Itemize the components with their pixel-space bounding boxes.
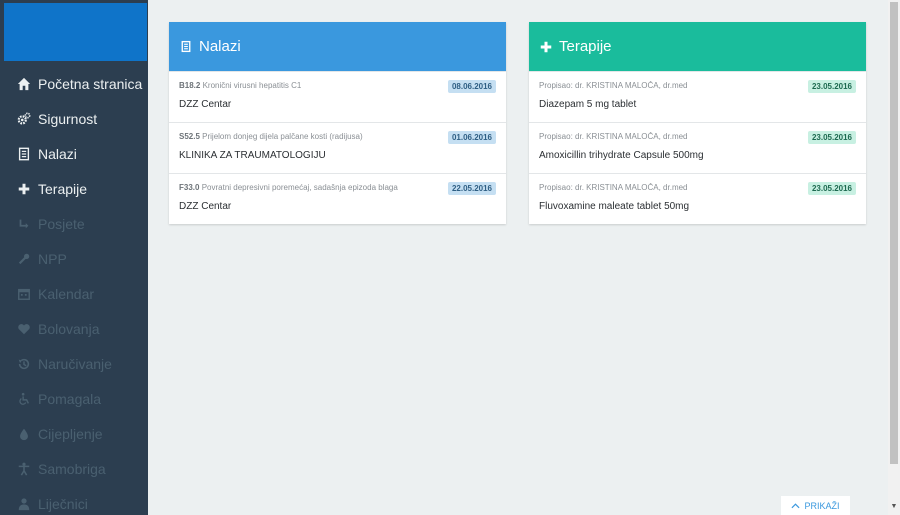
date-badge: 23.05.2016 — [807, 182, 856, 195]
sidebar-item-label: Početna stranica — [38, 75, 143, 92]
nalaz-institution: DZZ Centar — [179, 99, 232, 110]
date-badge: 22.05.2016 — [447, 182, 496, 195]
prikazi-button[interactable]: PRIKAŽI — [781, 496, 850, 515]
scrollbar-thumb[interactable] — [890, 2, 898, 464]
medication-name: Diazepam 5 mg tablet — [539, 99, 637, 110]
diagnosis-code: S52.5 — [179, 132, 200, 141]
panel-title: Terapije — [559, 38, 612, 55]
medication-name: Fluvoxamine maleate tablet 50mg — [539, 201, 690, 212]
sidebar-item-label: Pomagala — [38, 390, 102, 407]
wheelchair-icon — [16, 391, 32, 407]
sidebar-item-sigurnost[interactable]: Sigurnost — [0, 101, 148, 136]
medication-name: Amoxicillin trihydrate Capsule 500mg — [539, 150, 704, 161]
sidebar-item-label: Kalendar — [38, 285, 95, 302]
diagnosis-code: F33.0 — [179, 183, 200, 192]
nalazi-panel-header[interactable]: Nalazi — [169, 22, 506, 71]
nalaz-diagnosis: F33.0 Povratni depresivni poremećaj, sad… — [179, 183, 449, 192]
sidebar-item-kalendar[interactable]: Kalendar — [0, 276, 148, 311]
sidebar-item-label: Samobriga — [38, 460, 106, 477]
reply-arrow-icon — [16, 216, 32, 232]
history-icon — [16, 356, 32, 372]
prescriber: Propisao: dr. KRISTINA MALOČA, dr.med — [539, 183, 688, 192]
prikazi-label: PRIKAŽI — [804, 500, 840, 511]
drop-icon — [16, 426, 32, 442]
sidebar-item-label: Terapije — [38, 180, 88, 197]
nalazi-panel: Nalazi B18.2 Kronični virusni hepatitis … — [169, 22, 506, 224]
prescriber: Propisao: dr. KRISTINA MALOČA, dr.med — [539, 132, 688, 141]
sidebar-item-lijecnici[interactable]: Liječnici — [0, 486, 148, 515]
nalaz-row[interactable]: B18.2 Kronični virusni hepatitis C1 DZZ … — [169, 71, 506, 122]
diagnosis-description: Kronični virusni hepatitis C1 — [202, 81, 302, 90]
date-badge: 08.06.2016 — [447, 80, 496, 93]
calendar-icon — [16, 286, 32, 302]
terapija-row[interactable]: Propisao: dr. KRISTINA MALOČA, dr.med Di… — [529, 71, 866, 122]
sidebar-item-nalazi[interactable]: Nalazi — [0, 136, 148, 171]
wrench-icon — [16, 251, 32, 267]
diagnosis-description: Povratni depresivni poremećaj, sadašnja … — [201, 183, 398, 192]
nalaz-diagnosis: S52.5 Prijelom donjeg dijela palčane kos… — [179, 132, 449, 141]
sidebar-item-label: Posjete — [38, 215, 85, 232]
prescriber: Propisao: dr. KRISTINA MALOČA, dr.med — [539, 81, 688, 90]
sidebar-item-samobriga[interactable]: Samobriga — [0, 451, 148, 486]
chevron-up-icon — [791, 501, 800, 511]
sidebar-item-label: Sigurnost — [38, 110, 98, 127]
person-icon — [16, 461, 32, 477]
sidebar: Početna stranica Sigurnost Nalazi Terapi… — [0, 0, 148, 515]
nalaz-row[interactable]: S52.5 Prijelom donjeg dijela palčane kos… — [169, 122, 506, 173]
brand-logo-area[interactable] — [4, 3, 147, 61]
sidebar-item-terapije[interactable]: Terapije — [0, 171, 148, 206]
sidebar-item-label: Cijepljenje — [38, 425, 103, 442]
nalaz-institution: DZZ Centar — [179, 201, 232, 212]
sidebar-item-bolovanja[interactable]: Bolovanja — [0, 311, 148, 346]
sidebar-item-label: Nalazi — [38, 145, 77, 162]
terapije-panel: Terapije Propisao: dr. KRISTINA MALOČA, … — [529, 22, 866, 224]
diagnosis-description: Prijelom donjeg dijela palčane kosti (ra… — [202, 132, 363, 141]
date-badge: 23.05.2016 — [807, 80, 856, 93]
sidebar-item-label: Liječnici — [38, 495, 88, 512]
terapija-row[interactable]: Propisao: dr. KRISTINA MALOČA, dr.med Fl… — [529, 173, 866, 224]
sidebar-menu: Početna stranica Sigurnost Nalazi Terapi… — [0, 66, 148, 515]
sidebar-item-label: Bolovanja — [38, 320, 100, 337]
sidebar-item-pocetna-stranica[interactable]: Početna stranica — [0, 66, 148, 101]
sidebar-item-narucivanje[interactable]: Naručivanje — [0, 346, 148, 381]
sidebar-item-label: NPP — [38, 250, 67, 267]
vertical-scrollbar[interactable]: ▼ — [888, 0, 900, 515]
home-icon — [16, 76, 32, 92]
doctor-icon — [16, 496, 32, 512]
nalaz-diagnosis: B18.2 Kronični virusni hepatitis C1 — [179, 81, 449, 90]
gears-icon — [16, 111, 32, 127]
panel-title: Nalazi — [199, 38, 241, 55]
document-icon — [180, 40, 192, 53]
sidebar-item-label: Naručivanje — [38, 355, 112, 372]
terapije-panel-header[interactable]: Terapije — [529, 22, 866, 71]
diagnosis-code: B18.2 — [179, 81, 201, 90]
sidebar-item-cijepljenje[interactable]: Cijepljenje — [0, 416, 148, 451]
sidebar-item-pomagala[interactable]: Pomagala — [0, 381, 148, 416]
plus-icon — [540, 41, 552, 53]
sidebar-item-npp[interactable]: NPP — [0, 241, 148, 276]
document-icon — [16, 146, 32, 162]
plus-icon — [16, 181, 32, 197]
nalaz-institution: KLINIKA ZA TRAUMATOLOGIJU — [179, 150, 326, 161]
scroll-down-arrow-icon[interactable]: ▼ — [890, 503, 898, 511]
heart-icon — [16, 321, 32, 337]
date-badge: 01.06.2016 — [447, 131, 496, 144]
sidebar-item-posjete[interactable]: Posjete — [0, 206, 148, 241]
nalaz-row[interactable]: F33.0 Povratni depresivni poremećaj, sad… — [169, 173, 506, 224]
date-badge: 23.05.2016 — [807, 131, 856, 144]
terapija-row[interactable]: Propisao: dr. KRISTINA MALOČA, dr.med Am… — [529, 122, 866, 173]
